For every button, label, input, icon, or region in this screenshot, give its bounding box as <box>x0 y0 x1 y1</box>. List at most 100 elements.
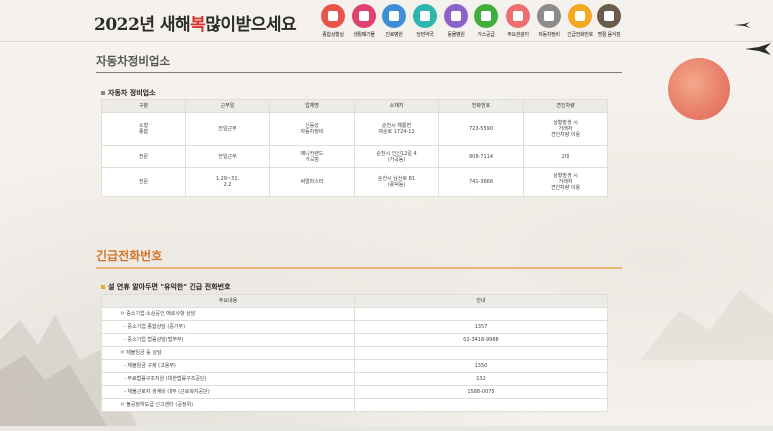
nav-label: 자동차정비 <box>538 32 560 38</box>
nav-item[interactable]: 가스공급 <box>471 4 501 38</box>
subsection-title-auto-repair: 자동차 정비업소 <box>101 88 156 98</box>
nav-item[interactable]: 생활폐기물 <box>349 4 379 38</box>
bullet-icon <box>101 285 105 289</box>
column-header: 견인차량 <box>523 99 608 113</box>
column-header: 근무일 <box>185 99 270 113</box>
phone-icon <box>568 4 592 28</box>
pharmacy-icon <box>413 4 437 28</box>
section-title-emergency: 긴급전화번호 <box>96 249 163 263</box>
cell-line: 전문 <box>138 179 149 185</box>
cell-line: 723-5590 <box>468 126 494 132</box>
table-cell-name: 신동성 자동차정비 <box>269 112 355 146</box>
table-row: ㅇ 체불임금 등 상담 <box>101 346 608 360</box>
header-divider <box>0 41 773 42</box>
trash-icon <box>352 4 376 28</box>
icon-glyph <box>481 11 491 21</box>
nav-label: 명절 음식점 <box>597 32 621 38</box>
cell-line: 741-3666 <box>468 179 494 185</box>
table-cell-addr: 순천시 인신12길 4 (가곡동) <box>354 145 439 168</box>
cell-line: 자동차정비 <box>300 129 324 135</box>
table-cell-type: 전문 <box>101 167 186 197</box>
cell-line: 908-7114 <box>468 153 494 160</box>
car-icon <box>537 4 561 28</box>
phone-cell <box>354 307 608 321</box>
nav-item[interactable]: 주요관광지 <box>503 4 533 38</box>
table-cell-type: 전문 <box>101 145 186 168</box>
site-header: 2022년 새해복많이받으세요 종합상황실 생활폐기물 진료병원 당번약국 동물병원 가스… <box>0 0 773 42</box>
nav-label: 긴급전화번호 <box>567 32 593 38</box>
subsection-title-emergency: 설 연휴 알아두면 "유익한" 긴급 전화번호 <box>101 282 231 292</box>
content-cell: ㅇ 불공정하도급 신고센타 (공정위) <box>101 398 355 412</box>
logo-prefix: 2022년 새해 <box>94 15 191 35</box>
table-cell-days: 전일근무 <box>185 145 270 168</box>
column-header: 구분 <box>101 99 186 113</box>
content-cell: - 중소기업 종합상담 (중기부) <box>101 320 355 334</box>
nav-label: 가스공급 <box>477 32 495 38</box>
nav-label: 주요관광지 <box>507 32 529 38</box>
nav-item[interactable]: 당번약국 <box>410 4 440 38</box>
table-row: 전문 1.29~31, 2.2 써멀마스터 순천시 남산로 81 (풍덕동) 741-366… <box>101 167 608 197</box>
cell-line: 2.2 <box>223 182 232 188</box>
table-cell-tow: 2대 <box>523 145 608 168</box>
content-cell: - 체불임금 구제 (고용부) <box>101 359 355 373</box>
column-header: 업체명 <box>269 99 355 113</box>
nav-item[interactable]: 종합상황실 <box>318 4 348 38</box>
table-cell-phone: 723-5590 <box>438 112 524 146</box>
phone-cell <box>354 346 608 360</box>
cell-line: 전일근무 <box>218 126 237 132</box>
table-row: ㅇ 불공정하도급 신고센타 (공정위) <box>101 398 608 412</box>
phone-cell[interactable]: 1357 <box>354 320 608 334</box>
emergency-phone-table: 주요내용 안내 ㅇ 중소기업·소상공인 애로사항 상담 - 중소기업 종합상담 (중… <box>101 294 608 412</box>
cell-line: 견인차량 이용 <box>550 185 581 191</box>
table-cell-type: 소형 종합 <box>101 112 186 146</box>
sun-decoration <box>668 58 730 120</box>
cell-line: 종합 <box>138 129 149 135</box>
table-row: - 중소기업 종합상담 (중기부) 1357 <box>101 320 608 334</box>
nav-item[interactable]: 긴급전화번호 <box>565 4 595 38</box>
table-cell-tow: 상황발생 시 거래처 견인차량 이용 <box>523 167 608 197</box>
table-cell-addr: 순천시 해룡면 여순로 1724-12 <box>354 112 439 146</box>
cell-line: 가곡점 <box>305 156 319 163</box>
content-cell: ㅇ 체불임금 등 상담 <box>101 346 355 360</box>
phone-cell[interactable]: 02-3418-9988 <box>354 333 608 347</box>
nav-label: 종합상황실 <box>322 32 344 38</box>
icon-glyph <box>389 11 399 21</box>
cell-line: 견인차량 이용 <box>550 132 581 138</box>
table-cell-phone: 741-3666 <box>438 167 524 197</box>
hospital-icon <box>382 4 406 28</box>
phone-cell[interactable]: 1350 <box>354 359 608 373</box>
content-cell: - 무료법률구조지원 (대한법률구조공단) <box>101 372 355 386</box>
icon-glyph <box>359 11 369 21</box>
phone-cell[interactable]: 132 <box>354 372 608 386</box>
site-logo[interactable]: 2022년 새해복많이받으세요 <box>94 10 297 35</box>
cell-line: 써멀마스터 <box>300 179 324 185</box>
cell-line: (가곡동) <box>387 156 406 163</box>
content-cell: - 중소기업 법률상담(법무부) <box>101 333 355 347</box>
table-cell-name: 매니카랜드 가곡점 <box>269 145 355 168</box>
nav-item[interactable]: 자동차정비 <box>534 4 564 38</box>
table-row: 소형 종합 전일근무 신동성 자동차정비 순천시 해룡면 여순로 1724-12 723-55… <box>101 112 608 146</box>
content-cell: ㅇ 중소기업·소상공인 애로사항 상담 <box>101 307 355 321</box>
nav-label: 진료병원 <box>385 32 403 38</box>
nav-item[interactable]: 명절 음식점 <box>594 4 624 38</box>
horizontal-scrollbar[interactable] <box>0 426 773 431</box>
nav-item[interactable]: 진료병원 <box>379 4 409 38</box>
column-header: 전화번호 <box>438 99 524 113</box>
content-cell: - 체불근로자 생계비 대부 (근로복지공단) <box>101 385 355 399</box>
table-row: - 체불근로자 생계비 대부 (근로복지공단) 1588-0075 <box>101 385 608 399</box>
phone-cell <box>354 398 608 412</box>
phone-cell[interactable]: 1588-0075 <box>354 385 608 399</box>
section-divider <box>96 267 622 269</box>
icon-glyph <box>513 11 523 21</box>
table-row: - 무료법률구조지원 (대한법률구조공단) 132 <box>101 372 608 386</box>
cell-line: 여순로 1724-12 <box>378 129 415 135</box>
column-header: 안내 <box>354 294 608 308</box>
logo-suffix: 많이받으세요 <box>205 15 297 35</box>
icon-glyph <box>328 11 338 21</box>
nav-item[interactable]: 동물병원 <box>441 4 471 38</box>
cell-line: 2대 <box>561 153 570 160</box>
table-cell-name: 써멀마스터 <box>269 167 355 197</box>
subsection-label: 자동차 정비업소 <box>108 89 156 97</box>
cell-line: (풍덕동) <box>387 182 406 188</box>
table-row: - 체불임금 구제 (고용부) 1350 <box>101 359 608 373</box>
